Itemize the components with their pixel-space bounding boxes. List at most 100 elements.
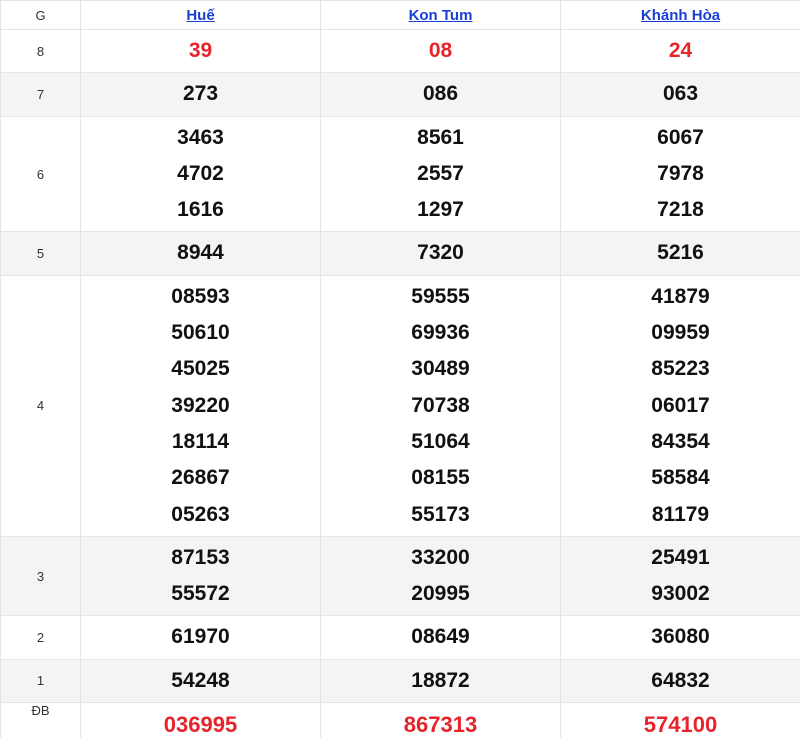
prize-label: ĐB [0, 702, 81, 738]
result-cell: 08 [320, 28, 561, 74]
result-number: 1297 [417, 198, 464, 222]
prize-row: 4 08593 50610 45025 39220 18114 26867 05263 5955… [0, 274, 800, 537]
result-number: 2557 [417, 161, 464, 185]
result-cell: 64832 [560, 658, 800, 704]
province-link-khanh-hoa[interactable]: Khánh Hòa [641, 7, 720, 24]
result-number: 20995 [411, 582, 470, 606]
result-cell: 867313 [320, 702, 561, 738]
results-body: 8 39 08 24 7 273 086 063 6 3463 4702 1616 8561 2557 12… [0, 28, 800, 738]
prize-label: 5 [0, 231, 81, 276]
result-cell: 273 [80, 72, 321, 117]
result-cell: 18872 [320, 658, 561, 704]
result-cell: 25491 93002 [560, 535, 800, 617]
prize-label: 4 [0, 274, 81, 537]
prize-label: 1 [0, 658, 81, 704]
result-number: 24 [668, 39, 693, 62]
result-cell: 5216 [560, 231, 800, 276]
result-number: 64832 [651, 668, 710, 692]
result-cell: 3463 4702 1616 [80, 115, 321, 233]
result-cell: 54248 [80, 658, 321, 704]
result-cell: 87153 55572 [80, 535, 321, 617]
result-cell: 08649 [320, 615, 561, 660]
result-number: 05263 [171, 502, 230, 526]
result-number: 55572 [171, 582, 230, 606]
result-cell: 39 [80, 28, 321, 74]
result-number: 26867 [171, 466, 230, 490]
province-header-hue: Huế [80, 0, 321, 30]
result-cell: 08593 50610 45025 39220 18114 26867 05263 [80, 274, 321, 537]
result-number: 36080 [651, 625, 710, 649]
prize-row: 2 61970 08649 36080 [0, 615, 800, 660]
prize-row: 6 3463 4702 1616 8561 2557 1297 6067 7978 7218 [0, 115, 800, 233]
prize-row: 1 54248 18872 64832 [0, 658, 800, 704]
result-number: 61970 [171, 625, 230, 649]
result-cell: 036995 [80, 702, 321, 738]
result-cell: 7320 [320, 231, 561, 276]
result-number: 036995 [163, 712, 238, 738]
result-number: 08 [428, 39, 453, 62]
result-number: 85223 [651, 357, 710, 381]
result-number: 93002 [651, 582, 710, 606]
result-number: 7320 [417, 241, 464, 265]
prize-label: 8 [0, 28, 81, 74]
province-header-kon-tum: Kon Tum [320, 0, 561, 30]
result-number: 41879 [651, 284, 710, 308]
result-number: 4702 [177, 161, 224, 185]
result-cell: 063 [560, 72, 800, 117]
result-number: 69936 [411, 321, 470, 345]
result-cell: 6067 7978 7218 [560, 115, 800, 233]
header-row: G Huế Kon Tum Khánh Hòa [0, 0, 800, 30]
result-number: 08649 [411, 625, 470, 649]
result-number: 55173 [411, 502, 470, 526]
result-number: 08155 [411, 466, 470, 490]
result-cell: 36080 [560, 615, 800, 660]
prize-row: 5 8944 7320 5216 [0, 231, 800, 276]
prize-label: 3 [0, 535, 81, 617]
province-header-khanh-hoa: Khánh Hòa [560, 0, 800, 30]
prize-label: 7 [0, 72, 81, 117]
result-number: 84354 [651, 429, 710, 453]
result-cell: 41879 09959 85223 06017 84354 58584 81179 [560, 274, 800, 537]
result-cell: 59555 69936 30489 70738 51064 08155 55173 [320, 274, 561, 537]
result-number: 18872 [411, 668, 470, 692]
result-number: 6067 [657, 125, 704, 149]
result-number: 39220 [171, 393, 230, 417]
result-number: 273 [182, 82, 219, 106]
result-cell: 574100 [560, 702, 800, 738]
province-link-hue[interactable]: Huế [186, 7, 214, 24]
result-number: 59555 [411, 284, 470, 308]
province-link-kon-tum[interactable]: Kon Tum [409, 7, 473, 24]
result-cell: 086 [320, 72, 561, 117]
result-number: 3463 [177, 125, 224, 149]
result-cell: 61970 [80, 615, 321, 660]
result-number: 45025 [171, 357, 230, 381]
result-cell: 8561 2557 1297 [320, 115, 561, 233]
result-number: 8944 [177, 241, 224, 265]
result-cell: 33200 20995 [320, 535, 561, 617]
prize-row: 7 273 086 063 [0, 72, 800, 117]
result-number: 8561 [417, 125, 464, 149]
prize-row: ĐB 036995 867313 574100 [0, 702, 800, 738]
result-number: 7218 [657, 198, 704, 222]
prize-label: 6 [0, 115, 81, 233]
prize-row: 3 87153 55572 33200 20995 25491 93002 [0, 535, 800, 617]
prize-label: 2 [0, 615, 81, 660]
result-number: 063 [662, 82, 699, 106]
prize-row: 8 39 08 24 [0, 28, 800, 74]
result-number: 30489 [411, 357, 470, 381]
result-cell: 8944 [80, 231, 321, 276]
result-number: 70738 [411, 393, 470, 417]
result-number: 06017 [651, 393, 710, 417]
result-number: 1616 [177, 198, 224, 222]
result-number: 08593 [171, 284, 230, 308]
result-number: 81179 [651, 502, 710, 526]
result-number: 7978 [657, 161, 704, 185]
result-number: 867313 [403, 712, 478, 738]
result-number: 086 [422, 82, 459, 106]
result-number: 58584 [651, 466, 710, 490]
result-number: 33200 [411, 545, 470, 569]
result-number: 18114 [171, 429, 230, 453]
result-number: 25491 [651, 545, 710, 569]
result-number: 51064 [411, 429, 470, 453]
prize-column-header: G [0, 0, 81, 30]
